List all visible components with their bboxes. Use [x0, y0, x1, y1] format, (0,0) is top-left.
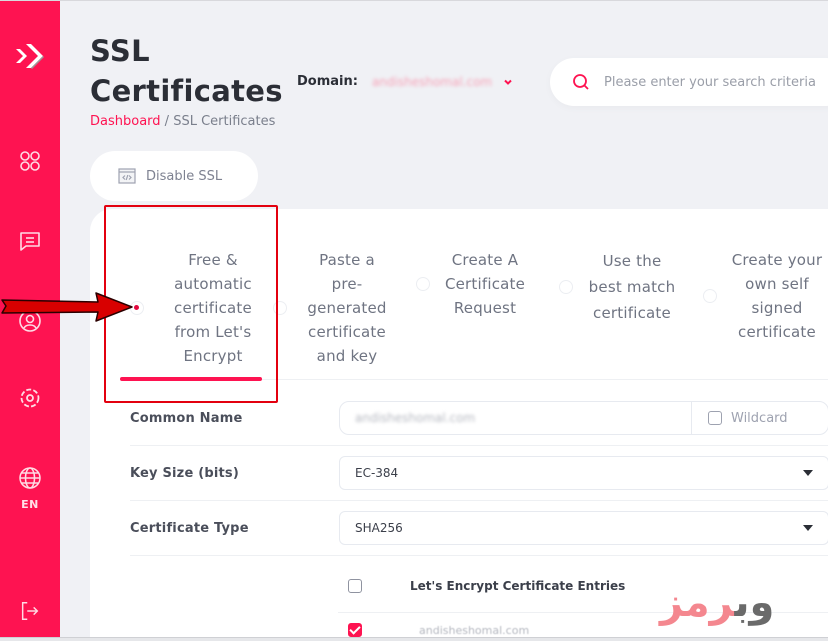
- option-certificate-request[interactable]: Create A Certificate Request: [416, 247, 535, 321]
- app-window: EN SSL Certificates Dashboard / SSL Cert…: [0, 0, 828, 641]
- sidebar-item-logout[interactable]: [0, 600, 60, 622]
- sidebar-item-language[interactable]: EN: [0, 466, 60, 511]
- option-best-match[interactable]: Use the best match certificate: [559, 247, 687, 327]
- disable-ssl-label: Disable SSL: [146, 168, 223, 184]
- domain-label: Domain:: [297, 74, 358, 89]
- sidebar-item-messages[interactable]: [0, 229, 60, 253]
- logout-icon: [21, 602, 39, 620]
- domain-selector[interactable]: Domain: andisheshomal.com: [297, 74, 514, 89]
- option-label: Free & automatic certificate from Let's Encr…: [174, 251, 252, 365]
- entry-checkbox[interactable]: [348, 623, 362, 637]
- watermark-part2: رمز: [660, 580, 735, 626]
- gear-icon: [20, 388, 40, 408]
- page-title-line2: Certificates: [90, 74, 283, 108]
- sidebar: EN: [0, 1, 60, 641]
- row-divider: [130, 445, 828, 446]
- common-name-label: Common Name: [130, 410, 243, 426]
- certificate-type-select[interactable]: SHA256: [339, 511, 828, 545]
- certificate-type-label: Certificate Type: [130, 520, 249, 536]
- entries-header-label: Let's Encrypt Certificate Entries: [410, 579, 626, 593]
- entries-header: Let's Encrypt Certificate Entries: [348, 579, 625, 593]
- option-lets-encrypt[interactable]: Free & automatic certificate from Let's Encr…: [130, 247, 272, 369]
- sidebar-item-settings[interactable]: [0, 386, 60, 410]
- entry-domain: andisheshomal.com: [419, 623, 530, 637]
- code-window-icon: [118, 168, 136, 184]
- caret-down-icon: [803, 470, 813, 476]
- breadcrumb-current: SSL Certificates: [173, 114, 276, 129]
- sidebar-item-account[interactable]: [0, 309, 60, 333]
- sidebar-logo[interactable]: [0, 39, 60, 75]
- option-label: Create your own self signed certificate: [731, 251, 823, 341]
- sidebar-item-dashboard[interactable]: [0, 149, 60, 173]
- radio-paste-certificate[interactable]: [273, 301, 287, 315]
- breadcrumb-dashboard-link[interactable]: Dashboard: [90, 114, 161, 129]
- page-title-line1: SSL: [90, 34, 150, 68]
- radio-certificate-request[interactable]: [416, 277, 430, 291]
- option-label: Create A Certificate Request: [444, 251, 526, 317]
- row-divider: [130, 555, 828, 556]
- chat-icon: [20, 232, 40, 251]
- language-label: EN: [21, 498, 39, 511]
- disable-ssl-button[interactable]: Disable SSL: [90, 151, 258, 201]
- watermark-part1: وب: [734, 580, 775, 626]
- search-input[interactable]: Please enter your search criteria: [550, 58, 828, 106]
- caret-down-icon: [803, 525, 813, 531]
- apps-grid-icon: [20, 151, 40, 171]
- common-name-field[interactable]: andisheshomal.com Wildcard: [339, 401, 828, 435]
- chevron-down-icon[interactable]: [502, 76, 514, 88]
- ssl-settings-card: Free & automatic certificate from Let's Encr…: [90, 209, 828, 641]
- double-chevron-logo-icon: [16, 44, 44, 69]
- option-label: Use the best match certificate: [588, 252, 676, 322]
- watermark: وبرمز: [660, 583, 774, 623]
- radio-self-signed[interactable]: [703, 289, 717, 303]
- search-icon: [573, 74, 589, 90]
- certificate-type-value: SHA256: [355, 521, 403, 535]
- wildcard-toggle[interactable]: Wildcard: [691, 402, 828, 434]
- option-self-signed[interactable]: Create your own self signed certificate: [703, 247, 828, 345]
- key-size-value: EC-384: [355, 466, 399, 480]
- radio-lets-encrypt[interactable]: [130, 301, 144, 315]
- entry-row: andisheshomal.com: [348, 623, 529, 637]
- key-size-label: Key Size (bits): [130, 465, 239, 481]
- wildcard-label: Wildcard: [731, 410, 788, 426]
- key-size-select[interactable]: EC-384: [339, 456, 828, 490]
- option-paste-certificate[interactable]: Paste a pre-generated certificate and key: [273, 247, 397, 369]
- breadcrumb: Dashboard / SSL Certificates: [90, 114, 275, 129]
- row-divider: [130, 500, 828, 501]
- radio-best-match[interactable]: [559, 280, 573, 294]
- common-name-input[interactable]: andisheshomal.com: [340, 402, 691, 434]
- search-placeholder: Please enter your search criteria: [604, 74, 816, 90]
- globe-icon: [19, 467, 41, 489]
- window-bottom-edge: [0, 637, 828, 641]
- user-circle-icon: [19, 310, 41, 332]
- active-tab-indicator: [120, 377, 262, 381]
- wildcard-checkbox[interactable]: [708, 411, 722, 425]
- breadcrumb-separator: /: [160, 114, 174, 129]
- option-label: Paste a pre-generated certificate and key: [307, 251, 387, 365]
- page-title: SSL Certificates: [90, 31, 283, 111]
- select-all-entries-checkbox[interactable]: [348, 579, 362, 593]
- domain-value[interactable]: andisheshomal.com: [372, 75, 492, 89]
